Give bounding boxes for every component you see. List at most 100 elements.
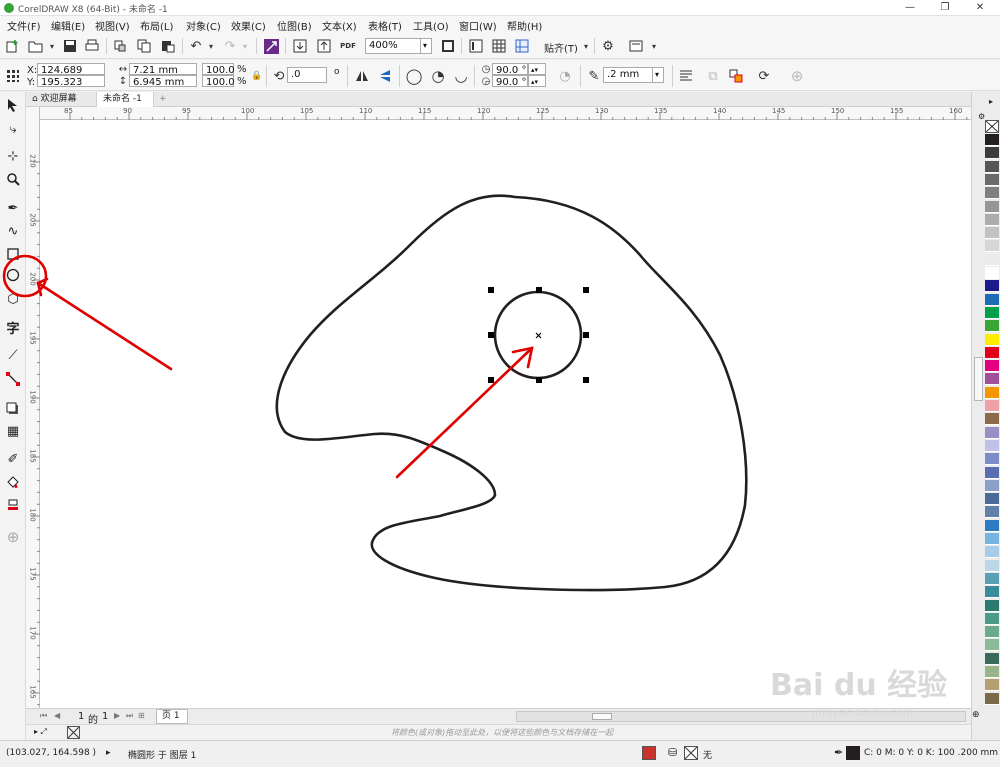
color-swatch[interactable] <box>985 306 999 319</box>
color-swatch[interactable] <box>985 240 999 253</box>
drawing-canvas[interactable] <box>40 120 971 708</box>
color-swatch[interactable] <box>985 346 999 359</box>
menu-object[interactable]: 对象(C) <box>186 18 221 33</box>
y-position-field[interactable]: 195.323 mm <box>37 75 105 101</box>
color-swatch[interactable] <box>985 280 999 293</box>
menu-layout[interactable]: 布局(L) <box>140 18 173 33</box>
arc-mode-icon[interactable]: ◡ <box>453 67 469 85</box>
horizontal-scroll-thumb[interactable] <box>592 713 612 720</box>
color-swatch[interactable] <box>985 493 999 506</box>
export-icon[interactable] <box>316 38 332 54</box>
crop-tool-icon[interactable]: ⊹ <box>4 147 22 165</box>
freehand-tool-icon[interactable]: ✒ <box>4 199 22 217</box>
redo-dropdown-icon[interactable]: ▾ <box>237 38 253 54</box>
color-swatch[interactable] <box>985 213 999 226</box>
color-swatch[interactable] <box>985 519 999 532</box>
color-swatch[interactable] <box>985 200 999 213</box>
search-content-icon[interactable] <box>263 38 279 54</box>
scale-y-field[interactable]: 100.0 <box>202 75 235 88</box>
end-angle-spinner[interactable]: ▴▾ <box>528 75 546 87</box>
color-swatch[interactable] <box>985 572 999 585</box>
menu-effects[interactable]: 效果(C) <box>231 18 266 33</box>
color-swatch[interactable] <box>985 147 999 160</box>
color-swatch[interactable] <box>985 400 999 412</box>
color-swatch[interactable] <box>985 466 999 479</box>
color-swatch[interactable] <box>985 373 999 386</box>
new-document-icon[interactable] <box>4 38 20 54</box>
palette-scroll-up-icon[interactable]: ▸ <box>989 97 993 106</box>
polygon-tool-icon[interactable]: ⬡ <box>4 290 22 308</box>
interactive-fill-tool-icon[interactable] <box>4 473 22 491</box>
launcher-dropdown-icon[interactable]: ▾ <box>646 38 662 54</box>
page-tab-1[interactable]: 页 1 <box>156 709 188 724</box>
undo-icon[interactable]: ↶ <box>188 38 204 54</box>
print-icon[interactable] <box>84 38 100 54</box>
color-swatch[interactable] <box>985 187 999 200</box>
add-page-button[interactable]: ⊞ <box>138 711 145 720</box>
cut-icon[interactable] <box>112 38 128 54</box>
open-dropdown-icon[interactable]: ▾ <box>44 38 60 54</box>
color-swatch[interactable] <box>985 692 999 705</box>
color-swatch[interactable] <box>985 426 999 439</box>
tab-document[interactable]: 未命名 -1 <box>96 92 154 107</box>
save-icon[interactable] <box>62 38 78 54</box>
color-swatch[interactable] <box>985 639 999 652</box>
fill-none-swatch[interactable] <box>684 746 698 760</box>
scale-x-field[interactable]: 100.0 <box>202 63 235 76</box>
paste-icon[interactable] <box>160 38 176 54</box>
menu-edit[interactable]: 编辑(E) <box>51 18 85 33</box>
last-page-button[interactable]: ⏭ <box>126 711 133 721</box>
ellipse-tool-icon[interactable] <box>4 266 22 284</box>
color-swatch[interactable] <box>985 533 999 545</box>
no-color-swatch[interactable] <box>67 726 80 739</box>
color-swatch[interactable] <box>985 439 999 452</box>
previous-page-button[interactable]: ◀ <box>54 711 60 720</box>
shape-tool-icon[interactable]: ⤷ <box>4 120 22 138</box>
to-back-icon[interactable] <box>728 68 744 84</box>
redo-icon[interactable]: ↷ <box>222 38 238 54</box>
start-angle-spinner[interactable]: ▴▾ <box>528 63 546 75</box>
lock-ratio-icon[interactable]: 🔒 <box>249 68 265 84</box>
mirror-horizontal-icon[interactable] <box>354 68 370 84</box>
import-icon[interactable] <box>292 38 308 54</box>
wrap-text-icon[interactable] <box>678 68 694 84</box>
color-swatch[interactable] <box>985 599 999 612</box>
menu-help[interactable]: 帮助(H) <box>507 18 542 33</box>
outline-width-field[interactable]: .2 mm <box>603 67 653 83</box>
ellipse-mode-icon[interactable]: ◯ <box>406 67 423 85</box>
color-swatch[interactable] <box>985 626 999 639</box>
zoom-tool-icon[interactable] <box>4 170 22 188</box>
color-swatch[interactable] <box>985 666 999 678</box>
change-direction-icon[interactable]: ◔ <box>557 68 573 84</box>
transparency-tool-icon[interactable]: ▦ <box>4 422 22 440</box>
color-swatch[interactable] <box>985 413 999 426</box>
color-swatch[interactable] <box>985 267 999 279</box>
add-tool-icon[interactable]: ⊕ <box>4 528 22 546</box>
smart-fill-tool-icon[interactable] <box>4 496 22 514</box>
menu-bitmaps[interactable]: 位图(B) <box>277 18 312 33</box>
menu-tools[interactable]: 工具(O) <box>413 18 449 33</box>
color-swatch[interactable] <box>985 173 999 186</box>
show-grid-icon[interactable] <box>491 38 507 54</box>
pick-tool-icon[interactable] <box>4 96 22 114</box>
end-angle-field[interactable]: 90.0 ° <box>492 75 528 88</box>
x-position-field[interactable]: 124.689 mm <box>37 63 105 89</box>
restore-button[interactable]: ❐ <box>930 0 960 16</box>
color-swatch[interactable] <box>985 320 999 333</box>
color-swatch[interactable] <box>985 506 999 519</box>
to-front-icon[interactable]: ⧉ <box>705 68 721 84</box>
pie-mode-icon[interactable]: ◔ <box>430 67 446 85</box>
horizontal-ruler[interactable]: 85 90 95 100 105 110 115 120 125 130 135 140 145 150 1… <box>40 107 971 120</box>
menu-table[interactable]: 表格(T) <box>368 18 402 33</box>
zoom-dropdown-icon[interactable]: ▾ <box>420 38 432 54</box>
color-swatch[interactable] <box>985 479 999 492</box>
undo-dropdown-icon[interactable]: ▾ <box>203 38 219 54</box>
show-rulers-icon[interactable] <box>468 38 484 54</box>
next-page-button[interactable]: ▶ <box>114 711 120 720</box>
full-screen-icon[interactable] <box>440 38 456 54</box>
close-button[interactable]: ✕ <box>965 0 995 16</box>
color-swatch[interactable] <box>985 612 999 625</box>
docker-collapse-handle[interactable] <box>974 357 983 401</box>
menu-window[interactable]: 窗口(W) <box>459 18 497 33</box>
options-gear-icon[interactable]: ⚙ <box>600 38 616 54</box>
